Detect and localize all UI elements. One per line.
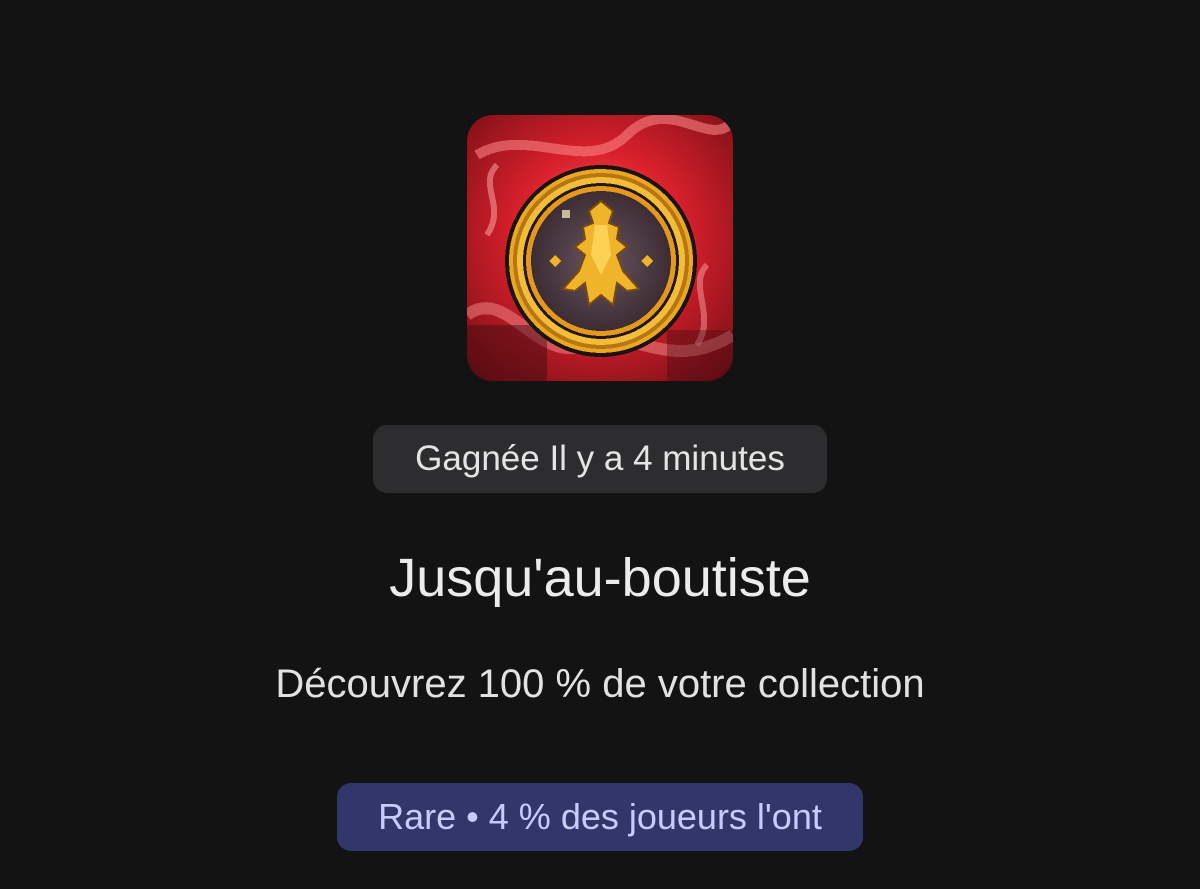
achievement-description: Découvrez 100 % de votre collection bbox=[275, 662, 925, 706]
achievement-detail: Gagnée Il y a 4 minutes Jusqu'au-boutist… bbox=[0, 0, 1200, 889]
rarity-badge: Rare • 4 % des joueurs l'ont bbox=[337, 783, 863, 851]
earned-time-badge: Gagnée Il y a 4 minutes bbox=[373, 425, 827, 493]
coin-emblem-icon bbox=[467, 115, 733, 381]
achievement-title: Jusqu'au-boutiste bbox=[389, 548, 811, 608]
